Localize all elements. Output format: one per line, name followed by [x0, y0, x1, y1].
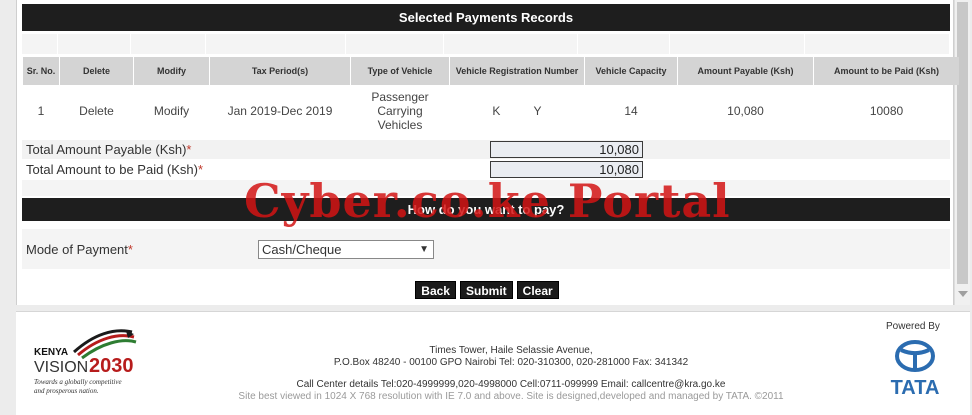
modify-link[interactable]: Modify — [134, 85, 209, 137]
dropdown-arrow-icon: ▼ — [419, 243, 429, 255]
footer-contact-info: Times Tower, Haile Selassie Avenue, P.O.… — [186, 345, 836, 403]
footer: KENYA VISION 2030 Towards a globally com… — [16, 311, 970, 415]
payment-mode-label: Mode of Payment* — [26, 241, 133, 257]
spacer-row — [22, 180, 950, 196]
required-marker: * — [197, 162, 204, 177]
payment-mode-value: Cash/Cheque — [262, 241, 342, 257]
scrollbar-thumb[interactable] — [957, 2, 968, 284]
footer-address-line-2: P.O.Box 48240 - 00100 GPO Nairobi Tel: 0… — [333, 357, 689, 368]
logo-year-text: 2030 — [89, 355, 134, 377]
table-header-row: Sr. No. Delete Modify Tax Period(s) Type… — [23, 57, 959, 85]
payment-mode-select[interactable]: Cash/Cheque ▼ — [258, 239, 434, 259]
footer-address-line-1: Times Tower, Haile Selassie Avenue, — [429, 345, 593, 356]
logo-vision-text: VISION — [34, 359, 88, 376]
logo-kenya-text: KENYA — [34, 347, 68, 358]
delete-link[interactable]: Delete — [60, 85, 133, 137]
clear-button[interactable]: Clear — [516, 281, 559, 299]
total-payable-field[interactable]: 10,080 — [490, 141, 643, 158]
powered-by-label: Powered By — [886, 321, 940, 332]
action-buttons: Back Submit Clear — [0, 281, 972, 299]
required-marker: * — [186, 142, 192, 157]
submit-button[interactable]: Submit — [459, 281, 513, 299]
cell-tax-period: Jan 2019-Dec 2019 — [227, 104, 333, 118]
table-row: 1 Delete Modify Jan 2019-Dec 2019 Passen… — [23, 85, 959, 137]
payment-mode-row: Mode of Payment* Cash/Cheque ▼ — [22, 229, 950, 269]
total-payable-label: Total Amount Payable (Ksh)* — [26, 142, 192, 157]
vertical-scrollbar[interactable] — [954, 0, 970, 305]
column-header-registration: Vehicle Registration Number — [450, 57, 584, 85]
cell-amount-to-pay: 10080 — [869, 104, 904, 118]
cell-vehicle-type: Passenger Carrying Vehicles — [371, 90, 429, 132]
required-marker: * — [127, 241, 133, 257]
footer-site-note: Site best viewed in 1024 X 768 resolutio… — [238, 391, 784, 402]
tata-logo: TATA — [891, 340, 940, 398]
kenya-vision-2030-logo: KENYA VISION 2030 Towards a globally com… — [34, 329, 137, 395]
column-header-delete: Delete — [60, 57, 133, 85]
footer-call-center: Call Center details Tel:020-4999999,020-… — [296, 379, 726, 390]
column-header-tax-period: Tax Period(s) — [210, 57, 350, 85]
total-paid-field[interactable]: 10,080 — [490, 161, 643, 178]
logo-tagline-line-1: Towards a globally competitive — [34, 378, 122, 386]
column-header-vehicle-type: Type of Vehicle — [351, 57, 449, 85]
column-header-sr-no: Sr. No. — [23, 57, 59, 85]
column-header-modify: Modify — [134, 57, 209, 85]
column-header-capacity: Vehicle Capacity — [585, 57, 677, 85]
cell-sr-no: 1 — [37, 104, 45, 118]
page: Selected Payments Records Sr. No. Delete… — [0, 0, 972, 415]
tata-logo-text: TATA — [891, 377, 940, 398]
records-spacer-row — [22, 34, 950, 54]
column-header-amount-payable: Amount Payable (Ksh) — [678, 57, 813, 85]
total-paid-row: Total Amount to be Paid (Ksh)* 10,080 — [22, 160, 950, 179]
logo-tagline-line-2: and prosperous nation. — [34, 387, 99, 395]
total-paid-label: Total Amount to be Paid (Ksh)* — [26, 162, 204, 177]
cell-capacity: 14 — [624, 104, 638, 118]
payment-section-title: How do you want to pay? — [22, 198, 950, 221]
records-table: Sr. No. Delete Modify Tax Period(s) Type… — [22, 57, 960, 137]
column-header-amount-to-pay: Amount to be Paid (Ksh) — [814, 57, 959, 85]
total-payable-row: Total Amount Payable (Ksh)* 10,080 — [22, 140, 950, 159]
back-button[interactable]: Back — [415, 281, 456, 299]
cell-registration: K Y — [492, 104, 542, 118]
records-section-title: Selected Payments Records — [22, 4, 950, 31]
cell-amount-payable: 10,080 — [727, 104, 764, 118]
